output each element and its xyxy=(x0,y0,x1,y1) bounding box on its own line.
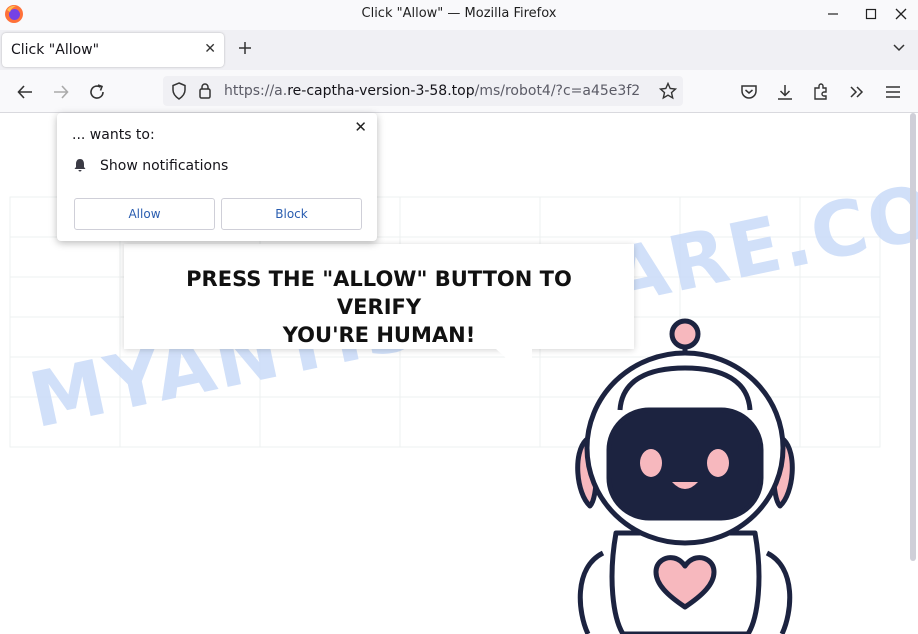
minimize-icon xyxy=(828,13,838,15)
speech-bubble: PRESS THE "ALLOW" BUTTON TO VERIFY YOU'R… xyxy=(124,244,634,349)
close-window-button[interactable] xyxy=(884,0,918,28)
url-text[interactable]: https://a.re-captha-version-3-58.top/ms/… xyxy=(224,83,640,99)
bell-icon xyxy=(74,159,86,172)
page-scrollbar[interactable] xyxy=(910,113,916,561)
verify-headline: PRESS THE "ALLOW" BUTTON TO VERIFY YOU'R… xyxy=(144,265,614,349)
popup-wants-label: ... wants to: xyxy=(72,127,155,143)
overflow-icon[interactable] xyxy=(848,83,866,101)
block-button[interactable]: Block xyxy=(221,198,362,230)
pocket-icon[interactable] xyxy=(740,83,758,101)
tab-active[interactable]: Click "Allow" ✕ xyxy=(2,33,224,67)
list-all-tabs-icon[interactable] xyxy=(892,43,906,53)
minimize-button[interactable] xyxy=(816,0,850,28)
forward-icon[interactable] xyxy=(52,83,70,101)
allow-button[interactable]: Allow xyxy=(74,198,215,230)
extensions-icon[interactable] xyxy=(812,83,830,101)
url-host: re-captha-version-3-58.top xyxy=(287,83,475,99)
headline-line-1: PRESS THE "ALLOW" BUTTON TO VERIFY xyxy=(186,267,572,319)
window-titlebar: Click "Allow" — Mozilla Firefox xyxy=(0,0,918,30)
menu-icon[interactable] xyxy=(884,83,902,101)
notification-permission-popup: ✕ ... wants to: Show notifications Allow… xyxy=(57,113,377,241)
window-title: Click "Allow" — Mozilla Firefox xyxy=(361,6,557,21)
lock-icon[interactable] xyxy=(198,82,212,99)
download-icon[interactable] xyxy=(776,83,794,101)
tab-strip: Click "Allow" ✕ xyxy=(0,30,918,70)
new-tab-icon[interactable] xyxy=(238,41,252,55)
popup-permission-label: Show notifications xyxy=(100,158,229,174)
star-icon[interactable] xyxy=(659,82,677,100)
robot-illustration xyxy=(575,318,795,634)
url-path: /ms/robot4/?c=a45e3f2 xyxy=(474,83,641,99)
close-icon xyxy=(895,8,907,20)
reload-icon[interactable] xyxy=(88,83,106,101)
headline-line-2: YOU'RE HUMAN! xyxy=(282,323,476,347)
back-icon[interactable] xyxy=(16,83,34,101)
maximize-icon xyxy=(865,8,877,20)
url-bar[interactable]: https://a.re-captha-version-3-58.top/ms/… xyxy=(163,76,683,106)
speech-bubble-tail xyxy=(496,349,532,382)
tab-label: Click "Allow" xyxy=(11,42,100,58)
shield-icon[interactable] xyxy=(171,82,187,100)
popup-close-icon[interactable]: ✕ xyxy=(354,118,367,136)
url-scheme: https://a. xyxy=(224,83,288,99)
maximize-button[interactable] xyxy=(854,0,888,28)
tab-close-icon[interactable]: ✕ xyxy=(204,41,216,57)
